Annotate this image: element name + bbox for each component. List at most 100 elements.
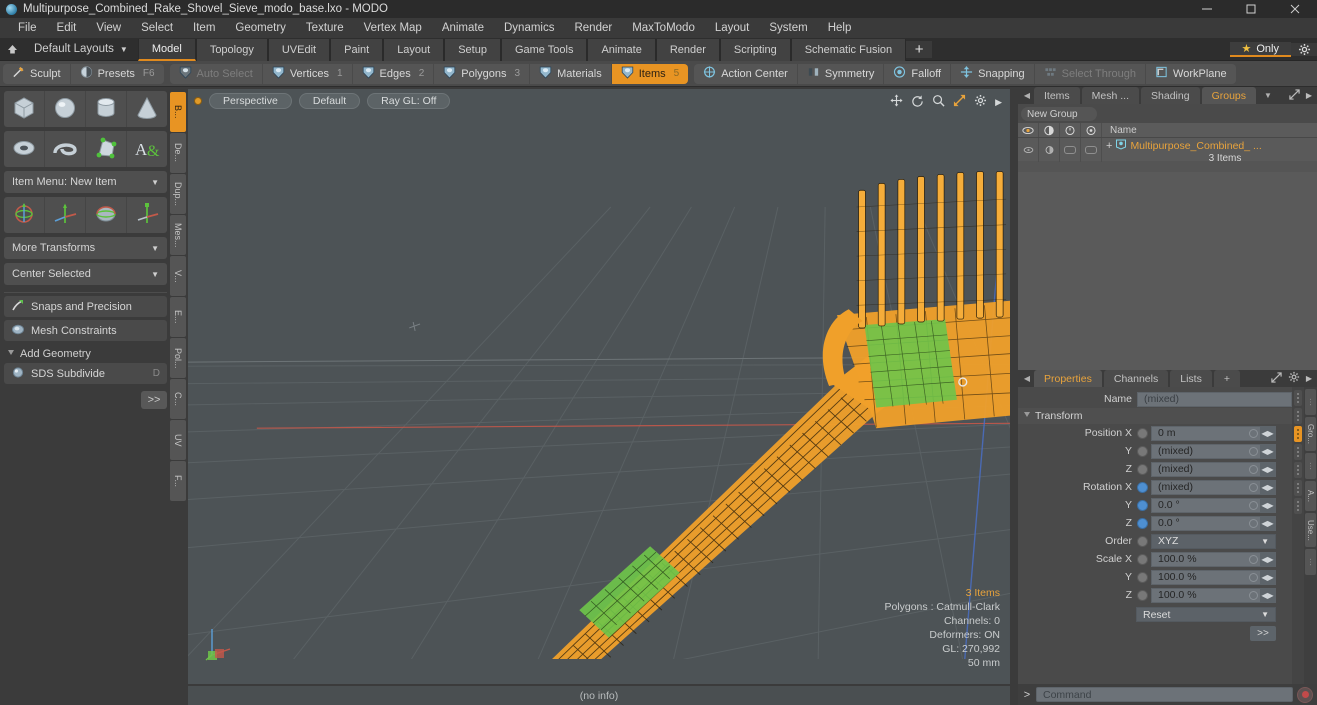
expand-arrow-icon[interactable]: ▶ xyxy=(995,97,1002,108)
shading-dropdown[interactable]: Default xyxy=(298,93,361,109)
menu-item-item[interactable]: Item xyxy=(183,18,225,39)
expand-icon[interactable] xyxy=(1271,371,1282,386)
menu-item-dynamics[interactable]: Dynamics xyxy=(494,18,564,39)
right-vtab-3[interactable]: A... xyxy=(1305,481,1316,511)
property-reset-dot[interactable] xyxy=(1249,482,1258,492)
layout-tab-setup[interactable]: Setup xyxy=(444,38,501,61)
tool-tile-torus[interactable] xyxy=(4,131,45,167)
record-icon[interactable] xyxy=(1297,686,1313,703)
property-channel-knob[interactable] xyxy=(1137,517,1148,529)
row-lock-toggle[interactable] xyxy=(1060,138,1081,162)
left-vtab-0[interactable]: B... xyxy=(170,92,186,132)
groups-tab-items[interactable]: Items xyxy=(1034,87,1080,104)
layout-tab-render[interactable]: Render xyxy=(655,38,720,61)
tool-tile-cylinder[interactable] xyxy=(86,91,127,127)
property-channel-knob[interactable] xyxy=(1137,589,1148,601)
groups-tab-groups[interactable]: Groups xyxy=(1201,87,1257,104)
menu-item-layout[interactable]: Layout xyxy=(705,18,760,39)
mode-button-sculpt[interactable]: Sculpt xyxy=(3,63,71,84)
groups-tab-shading[interactable]: Shading xyxy=(1141,87,1200,104)
default-layouts-dropdown[interactable]: Default Layouts ▼ xyxy=(24,39,138,60)
property-reset-dot[interactable] xyxy=(1249,554,1258,564)
property-spinner[interactable]: ◀▶ xyxy=(1260,479,1275,495)
tool-tile-mesh[interactable] xyxy=(86,131,127,167)
select-icon[interactable] xyxy=(1081,123,1102,137)
groups-list-body[interactable]: + Multipurpose_Combined_ ... 3 Items xyxy=(1018,138,1317,370)
mode-button-snapping[interactable]: Snapping xyxy=(951,63,1035,84)
table-row[interactable]: + Multipurpose_Combined_ ... 3 Items xyxy=(1018,138,1317,164)
menu-item-help[interactable]: Help xyxy=(818,18,862,39)
menu-item-view[interactable]: View xyxy=(86,18,131,39)
row-eye-icon[interactable] xyxy=(1018,138,1039,162)
property-scroll-marker-3[interactable] xyxy=(1294,444,1302,460)
chevron-right-icon[interactable]: ▶ xyxy=(1306,91,1312,100)
close-icon[interactable] xyxy=(1273,0,1317,18)
property-spinner[interactable]: ◀▶ xyxy=(1260,497,1275,513)
fit-icon[interactable] xyxy=(953,94,966,110)
reset-dropdown[interactable]: Reset ▼ xyxy=(1136,607,1276,622)
property-dropdown[interactable]: XYZ ▼ xyxy=(1151,533,1276,549)
property-spinner[interactable]: ◀▶ xyxy=(1260,587,1275,603)
property-field[interactable]: 0.0 ° ◀▶ xyxy=(1151,497,1276,513)
tool-tile-rotate[interactable] xyxy=(86,197,127,233)
property-channel-knob[interactable] xyxy=(1137,499,1148,511)
row-select-toggle[interactable] xyxy=(1081,138,1102,162)
mode-button-materials[interactable]: Materials xyxy=(530,63,612,84)
viewport-active-dot-icon[interactable] xyxy=(194,97,202,105)
chevron-right-icon[interactable]: ▶ xyxy=(1306,374,1312,383)
property-spinner[interactable]: ◀▶ xyxy=(1260,515,1275,531)
layout-tab-scripting[interactable]: Scripting xyxy=(719,38,791,61)
left-vtab-2[interactable]: Dup... xyxy=(170,174,186,214)
mode-button-edges[interactable]: Edges 2 xyxy=(353,63,435,84)
property-channel-knob[interactable] xyxy=(1137,463,1148,475)
render-icon[interactable] xyxy=(1039,123,1060,137)
menu-item-animate[interactable]: Animate xyxy=(432,18,494,39)
projection-dropdown[interactable]: Perspective xyxy=(209,93,292,109)
layout-tab-uvedit[interactable]: UVEdit xyxy=(267,38,331,61)
mode-button-polygons[interactable]: Polygons 3 xyxy=(434,63,531,84)
properties-tab--[interactable]: + xyxy=(1213,370,1240,387)
transform-section-header[interactable]: Transform xyxy=(1018,408,1292,424)
mesh-constraints-button[interactable]: Mesh Constraints xyxy=(4,320,167,341)
expand-group-button[interactable]: + xyxy=(1106,140,1112,152)
property-field[interactable]: 100.0 % ◀▶ xyxy=(1151,551,1276,567)
groups-tab-mesh-[interactable]: Mesh ... xyxy=(1081,87,1140,104)
left-vtab-1[interactable]: De... xyxy=(170,133,186,173)
sds-subdivide-button[interactable]: SDS Subdivide D xyxy=(4,363,167,384)
property-reset-dot[interactable] xyxy=(1249,464,1258,474)
property-field[interactable]: (mixed) ◀▶ xyxy=(1151,461,1276,477)
mode-button-presets[interactable]: Presets F6 xyxy=(71,64,164,84)
name-field[interactable]: (mixed) xyxy=(1137,391,1292,407)
left-vtab-7[interactable]: C... xyxy=(170,379,186,419)
chevron-down-icon[interactable]: ▼ xyxy=(1258,87,1278,104)
property-scroll-marker-2[interactable] xyxy=(1294,426,1302,442)
zoom-icon[interactable] xyxy=(932,94,945,110)
home-icon[interactable] xyxy=(0,39,24,60)
tool-tile-transform-all[interactable] xyxy=(4,197,45,233)
properties-tab-lists[interactable]: Lists xyxy=(1170,370,1212,387)
3d-viewport[interactable]: Perspective Default Ray GL: Off ▶ 3 Item… xyxy=(188,89,1010,684)
mode-button-falloff[interactable]: Falloff xyxy=(884,63,952,84)
property-scroll-marker-1[interactable] xyxy=(1294,408,1302,424)
properties-scroll-strip[interactable] xyxy=(1292,387,1304,684)
tool-tile-move[interactable] xyxy=(45,197,86,233)
property-spinner[interactable]: ◀▶ xyxy=(1260,551,1275,567)
property-reset-dot[interactable] xyxy=(1249,590,1258,600)
property-channel-knob[interactable] xyxy=(1137,481,1148,493)
mode-button-items[interactable]: Items 5 xyxy=(611,63,689,84)
mode-button-auto-select[interactable]: Auto Select xyxy=(170,63,263,84)
right-vtab-0[interactable]: ⋯ xyxy=(1305,389,1316,415)
mode-button-workplane[interactable]: WorkPlane xyxy=(1146,64,1236,84)
mode-button-vertices[interactable]: Vertices 1 xyxy=(263,63,353,84)
layout-tab-model[interactable]: Model xyxy=(137,38,196,61)
right-vtab-4[interactable]: Use... xyxy=(1305,513,1316,547)
property-field[interactable]: 0 m ◀▶ xyxy=(1151,425,1276,441)
item-menu-dropdown[interactable]: Item Menu: New Item ▼ xyxy=(4,171,167,193)
property-channel-knob[interactable] xyxy=(1137,535,1148,547)
gear-icon[interactable] xyxy=(1288,371,1300,386)
properties-tab-properties[interactable]: Properties xyxy=(1034,370,1102,387)
right-vtab-5[interactable]: ⋯ xyxy=(1305,549,1316,575)
property-reset-dot[interactable] xyxy=(1249,518,1258,528)
only-toggle-button[interactable]: ★ Only xyxy=(1229,42,1291,57)
menu-item-file[interactable]: File xyxy=(8,18,47,39)
